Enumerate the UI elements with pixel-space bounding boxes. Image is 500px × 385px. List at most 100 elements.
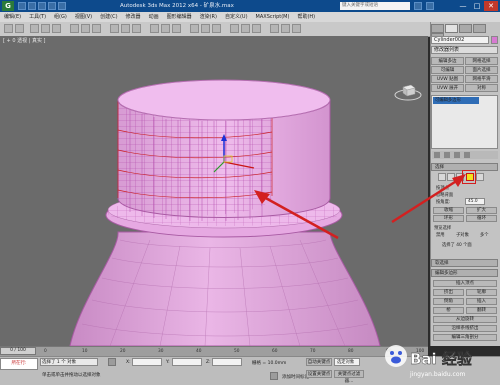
viewcube-icon[interactable] [394,82,422,102]
undo-icon[interactable] [48,2,56,10]
meshsmooth-button[interactable]: 网格平滑 [465,75,498,83]
select-object-icon[interactable] [70,24,79,33]
bind-space-warp-icon[interactable] [52,24,61,33]
auto-key-button[interactable]: 自动关键点 [306,358,332,366]
x-coord-field[interactable] [132,358,162,366]
extrude-along-spline-button[interactable]: 沿样条线挤出 [433,325,497,332]
grid-size-text: 栅格 = 10.0mm [252,361,287,366]
align-icon[interactable] [201,24,210,33]
app-icon[interactable]: G [2,1,14,11]
percent-snap-icon[interactable] [172,24,181,33]
outline-button[interactable]: 轮廓 [466,289,497,296]
modifier-list-dropdown[interactable]: 修改器列表 [431,46,498,54]
save-file-icon[interactable] [38,2,46,10]
menu-tools[interactable]: 工具(T) [25,12,50,22]
maxscript-listener[interactable]: 所在行: [0,358,38,370]
menu-modifiers[interactable]: 修改器 [122,12,145,22]
patch-select-button[interactable]: 面片选择 [465,66,498,74]
undo-tool-icon[interactable] [4,24,13,33]
motion-tab-icon[interactable] [473,24,486,33]
redo-tool-icon[interactable] [15,24,24,33]
rectangular-selection-icon[interactable] [92,24,101,33]
add-time-tag[interactable]: 添加时间标记 [282,374,309,380]
maximize-button[interactable]: □ [470,1,484,11]
edit-poly-button[interactable]: 编辑多边 [431,57,464,65]
hierarchy-tab-icon[interactable] [459,24,472,33]
timeline-tick-40: 40 [196,349,202,354]
menu-animation[interactable]: 动画 [145,12,163,22]
window-title: Autodesk 3ds Max 2012 x64 - 矿泉水.max [120,3,234,9]
selected-dropdown[interactable]: 选定对象 [334,358,360,366]
render-icon[interactable] [292,24,301,33]
new-file-icon[interactable] [18,2,26,10]
inset-button[interactable]: 插入 [466,298,497,305]
schematic-view-icon[interactable] [241,24,250,33]
timeline-tick-20: 20 [120,349,126,354]
timeline-tick-10: 10 [82,349,88,354]
link-icon[interactable] [30,24,39,33]
move-icon[interactable] [110,24,119,33]
redo-icon[interactable] [58,2,66,10]
lock-selection-icon[interactable] [108,358,116,366]
key-filters-button[interactable]: 关键点过滤器... [334,370,364,384]
mirror-icon[interactable] [190,24,199,33]
modify-tab-icon[interactable] [445,24,458,33]
menu-rendering[interactable]: 渲染(R) [196,12,221,22]
menu-bar: 编辑(E) 工具(T) 组(G) 视图(V) 创建(C) 修改器 动画 图形编辑… [0,12,500,22]
curve-editor-icon[interactable] [230,24,239,33]
preview-multi-radio[interactable]: 多个 [480,232,489,238]
timeline-tick-30: 30 [158,349,164,354]
z-coord-field[interactable] [212,358,242,366]
menu-edit[interactable]: 编辑(E) [0,12,25,22]
set-key-button[interactable]: 设置关键点 [306,370,332,378]
open-file-icon[interactable] [28,2,36,10]
menu-help[interactable]: 帮助(H) [293,12,319,22]
time-tag-icon[interactable] [270,372,278,380]
snap-icon[interactable] [150,24,159,33]
extrude-button[interactable]: 挤出 [433,289,464,296]
insert-vertex-button[interactable]: 插入顶点 [433,280,497,287]
search-input[interactable]: 键入关键字或短语 [340,2,410,10]
menu-create[interactable]: 创建(C) [96,12,121,22]
preview-disabled-radio[interactable]: 禁用 [436,232,445,238]
preview-subobject-radio[interactable]: 子对象 [456,232,469,238]
menu-views[interactable]: 视图(V) [71,12,96,22]
object-name-field[interactable]: Cylinder002 [431,36,489,44]
scale-icon[interactable] [132,24,141,33]
flip-button[interactable]: 翻转 [466,307,497,314]
mesh-select-button[interactable]: 网格选择 [465,57,498,65]
material-editor-icon[interactable] [252,24,261,33]
bevel-button[interactable]: 倒角 [433,298,464,305]
close-button[interactable]: ✕ [484,1,498,11]
render-setup-icon[interactable] [270,24,279,33]
render-frame-icon[interactable] [281,24,290,33]
symmetry-button[interactable]: 对称 [465,84,498,92]
selection-count-text: 选择了 40 个面 [442,243,472,248]
stack-item-editable-poly[interactable]: 可编辑多边形 [433,97,479,104]
soft-selection-rollout[interactable]: 软选择 [431,259,498,267]
menu-graph-editors[interactable]: 图形编辑器 [163,12,196,22]
layer-manager-icon[interactable] [212,24,221,33]
object-color-swatch[interactable] [491,36,498,44]
y-coord-field[interactable] [172,358,202,366]
unwrap-uvw-button[interactable]: UVW 展开 [431,84,464,92]
edit-polygons-rollout[interactable]: 编辑多边形 [431,269,498,277]
angle-snap-icon[interactable] [161,24,170,33]
perspective-viewport[interactable]: [ + 0 透视 | 真实 ] [0,36,428,346]
select-by-name-icon[interactable] [81,24,90,33]
unlink-icon[interactable] [41,24,50,33]
hinge-from-edge-button[interactable]: 从边旋转 [433,316,497,323]
minimize-button[interactable]: — [456,1,470,11]
bridge-button[interactable]: 桥 [433,307,464,314]
rotate-icon[interactable] [121,24,130,33]
editable-button[interactable]: 可编辑 [431,66,464,74]
menu-group[interactable]: 组(G) [50,12,71,22]
bottle-model[interactable] [0,36,428,346]
uvw-map-button[interactable]: UVW 贴图 [431,75,464,83]
create-tab-icon[interactable] [431,24,444,33]
menu-customize[interactable]: 自定义(U) [221,12,252,22]
menu-maxscript[interactable]: MAXScript(M) [252,12,294,22]
help-icon[interactable] [426,2,434,10]
search-icon[interactable] [414,2,422,10]
time-slider[interactable]: 0 / 100 [0,347,36,355]
